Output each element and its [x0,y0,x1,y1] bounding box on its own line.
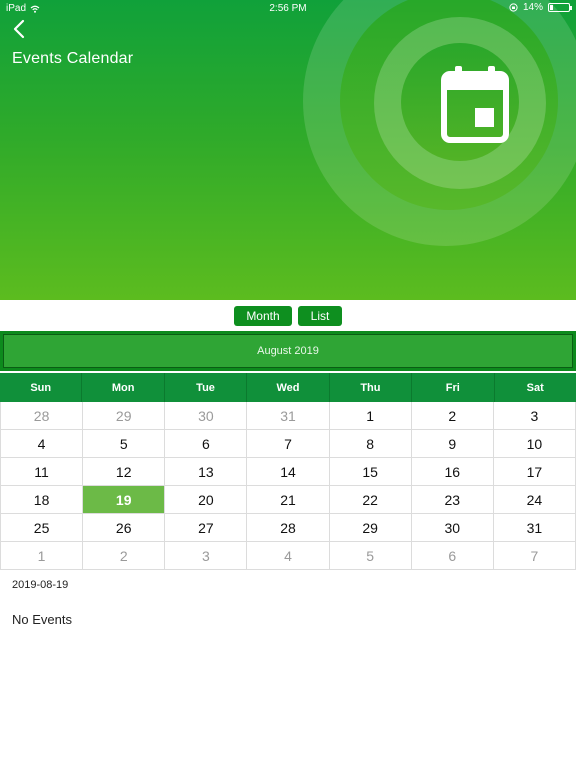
calendar-day[interactable]: 1 [0,542,84,570]
calendar-weeks: 28 29 30 31 1 2 3 4 5 6 7 8 9 10 11 12 13 14 15 16 17 18 19 20 2… [0,402,576,570]
calendar-day[interactable]: 30 [165,402,248,430]
calendar-day[interactable]: 6 [165,430,248,458]
month-view-button[interactable]: Month [234,306,292,326]
calendar-day[interactable]: 10 [493,430,576,458]
calendar-day[interactable]: 17 [493,458,576,486]
calendar-day[interactable]: 26 [83,514,166,542]
calendar-day[interactable]: 23 [411,486,494,514]
calendar-day[interactable]: 13 [165,458,248,486]
calendar-day[interactable]: 24 [493,486,576,514]
orientation-lock-icon [509,3,518,12]
week-row: 18 19 20 21 22 23 24 [0,486,576,514]
calendar-day[interactable]: 28 [0,402,84,430]
list-view-button[interactable]: List [298,306,342,326]
weekday-header: Sun [0,373,83,402]
no-events-message: No Events [12,612,72,627]
calendar-day[interactable]: 7 [493,542,576,570]
calendar-day[interactable]: 7 [247,430,330,458]
week-row: 11 12 13 14 15 16 17 [0,458,576,486]
week-row: 1234567 [0,542,576,570]
week-row: 25 26 27 28 29 30 31 [0,514,576,542]
calendar-day[interactable]: 3 [165,542,248,570]
calendar-day[interactable]: 21 [247,486,330,514]
page-title: Events Calendar [12,50,134,67]
calendar-day[interactable]: 6 [411,542,494,570]
week-row: 4 5 6 7 8 9 10 [0,430,576,458]
week-row: 28 29 30 31 1 2 3 [0,402,576,430]
weekday-header-row: Sun Mon Tue Wed Thu Fri Sat [0,373,576,402]
calendar-day[interactable]: 5 [83,430,166,458]
status-bar: iPad 2:56 PM 14% [0,0,576,18]
calendar-day[interactable]: 5 [329,542,412,570]
calendar-day-selected[interactable]: 19 [83,486,166,514]
calendar-day[interactable]: 2 [411,402,494,430]
calendar-day[interactable]: 31 [493,514,576,542]
calendar-day[interactable]: 20 [165,486,248,514]
calendar-day[interactable]: 11 [0,458,84,486]
calendar-day[interactable]: 31 [247,402,330,430]
month-label[interactable]: August 2019 [3,334,573,368]
back-chevron-icon[interactable] [8,18,32,40]
status-right: 14% [509,2,572,13]
weekday-header: Mon [82,373,165,402]
calendar-grid: Sun Mon Tue Wed Thu Fri Sat 28 29 30 31 1 2 3 4 5 6 7 8 9 1… [0,373,576,570]
calendar-day[interactable]: 29 [329,514,412,542]
calendar-day[interactable]: 25 [0,514,84,542]
calendar-day[interactable]: 14 [247,458,330,486]
calendar-day[interactable]: 15 [329,458,412,486]
weekday-header: Sat [494,373,576,402]
calendar-day[interactable]: 4 [247,542,330,570]
calendar-day[interactable]: 12 [83,458,166,486]
calendar-icon [441,66,509,143]
calendar-day[interactable]: 2 [83,542,166,570]
calendar-day[interactable]: 4 [0,430,84,458]
weekday-header: Fri [412,373,495,402]
calendar-day[interactable]: 8 [329,430,412,458]
battery-percent: 14% [522,2,543,13]
header-banner: iPad 2:56 PM 14% Events Calendar [0,0,576,300]
battery-level [550,5,553,10]
weekday-header: Wed [247,373,330,402]
calendar-day[interactable]: 3 [493,402,576,430]
battery-icon [548,3,572,12]
weekday-header: Thu [329,373,413,402]
calendar-day[interactable]: 1 [329,402,412,430]
calendar-day[interactable]: 22 [329,486,412,514]
month-bar: August 2019 [0,331,576,371]
selected-date: 2019-08-19 [12,579,69,591]
calendar-day[interactable]: 9 [411,430,494,458]
calendar-day[interactable]: 18 [0,486,84,514]
calendar-day[interactable]: 29 [83,402,166,430]
calendar-day[interactable]: 30 [411,514,494,542]
calendar-day[interactable]: 28 [247,514,330,542]
calendar-day[interactable]: 27 [165,514,248,542]
calendar-day[interactable]: 16 [411,458,494,486]
status-time: 2:56 PM [269,3,307,14]
view-toggle: Month List [0,306,576,326]
weekday-header: Tue [164,373,248,402]
